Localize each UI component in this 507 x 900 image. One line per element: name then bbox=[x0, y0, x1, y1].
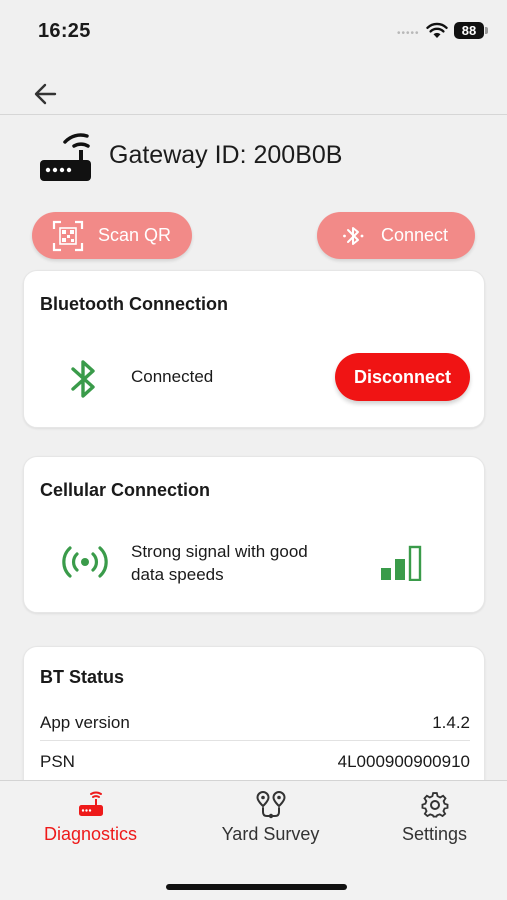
status-row-key: PSN bbox=[40, 752, 75, 771]
cellular-card-title: Cellular Connection bbox=[40, 480, 211, 500]
connect-label: Connect bbox=[381, 225, 449, 245]
tab-yard-survey[interactable]: Yard Survey bbox=[186, 781, 355, 861]
battery-nub bbox=[485, 27, 488, 34]
status-bar: 16:25 ••••• 88 bbox=[0, 0, 507, 60]
status-row-value: 1.4.2 bbox=[432, 713, 470, 732]
tab-diagnostics[interactable]: Diagnostics bbox=[6, 781, 175, 861]
bt-status-title: BT Status bbox=[40, 667, 125, 687]
qr-code-icon bbox=[52, 220, 84, 251]
status-time: 16:25 bbox=[38, 20, 91, 42]
scan-qr-button[interactable]: Scan QR bbox=[32, 212, 192, 259]
wifi-icon bbox=[426, 22, 448, 38]
tab-yard-survey-label: Yard Survey bbox=[221, 824, 320, 844]
bottom-tab-bar: Diagnostics Yard Survey Settings bbox=[0, 780, 507, 900]
connect-button[interactable]: Connect bbox=[317, 212, 475, 259]
status-row: PSN 4L000900900910 bbox=[40, 742, 470, 780]
signal-strength-icon bbox=[381, 545, 422, 581]
cellular-connection-card: Cellular Connection Strong signal with g… bbox=[23, 456, 485, 613]
gateway-title: Gateway ID: 200B0B bbox=[109, 141, 343, 169]
status-row: App version 1.4.2 bbox=[40, 703, 470, 741]
bluetooth-card-title: Bluetooth Connection bbox=[40, 294, 228, 314]
cellular-status-text: Strong signal with good data speeds bbox=[131, 542, 308, 584]
router-icon bbox=[78, 791, 103, 816]
home-indicator[interactable] bbox=[166, 884, 347, 890]
status-row-key: App version bbox=[40, 713, 130, 732]
bluetooth-connection-card: Bluetooth Connection Connected Disconnec… bbox=[23, 270, 485, 428]
tab-diagnostics-label: Diagnostics bbox=[43, 824, 138, 844]
bluetooth-searching-icon bbox=[343, 226, 364, 245]
bluetooth-icon bbox=[71, 360, 95, 398]
scan-qr-label: Scan QR bbox=[98, 225, 172, 245]
status-row-value: 4L000900900910 bbox=[337, 752, 470, 771]
route-pins-icon bbox=[255, 791, 286, 819]
disconnect-button[interactable]: Disconnect bbox=[335, 353, 470, 401]
router-icon bbox=[40, 133, 91, 181]
cellular-dots-icon: ••••• bbox=[397, 28, 420, 39]
cell-tower-signal-icon bbox=[62, 546, 108, 578]
tab-settings[interactable]: Settings bbox=[350, 781, 507, 861]
header-divider bbox=[0, 114, 507, 115]
battery-indicator: 88 bbox=[454, 22, 484, 39]
back-arrow-icon[interactable] bbox=[30, 80, 62, 108]
bluetooth-status-text: Connected bbox=[131, 367, 214, 386]
gear-icon bbox=[421, 792, 448, 818]
tab-settings-label: Settings bbox=[401, 824, 468, 844]
